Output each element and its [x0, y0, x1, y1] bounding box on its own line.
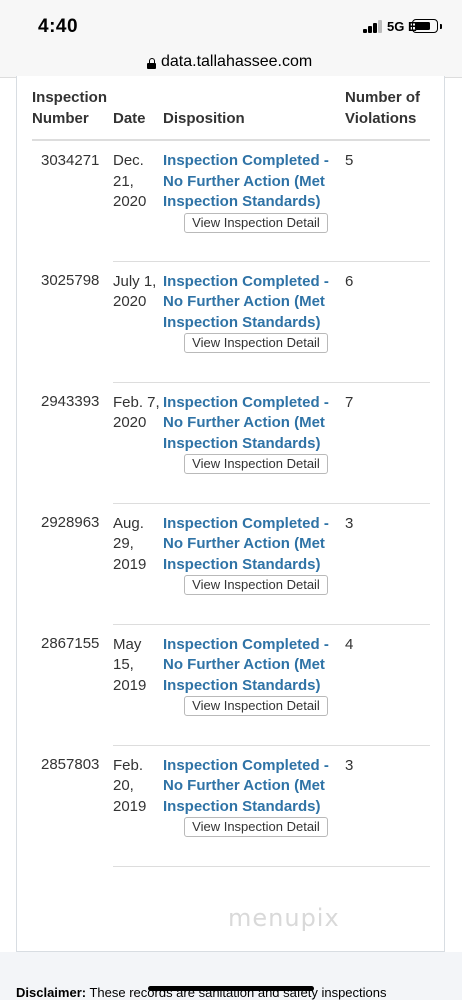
- view-inspection-detail-button[interactable]: View Inspection Detail: [184, 454, 328, 474]
- disposition-link[interactable]: Inspection Completed - No Further Action…: [163, 151, 345, 213]
- violation-count: 6: [345, 261, 430, 383]
- signal-icon: [363, 20, 383, 33]
- view-inspection-detail-button[interactable]: View Inspection Detail: [184, 575, 328, 595]
- table-row: 3025798 July 1, 2020 Inspection Completed …: [32, 261, 430, 383]
- inspection-number: 2943393: [41, 393, 100, 410]
- violation-count: 3: [345, 503, 430, 625]
- inspection-number: 2857803: [41, 756, 100, 773]
- disposition-link[interactable]: Inspection Completed - No Further Action…: [163, 272, 345, 334]
- table-row: 2943393 Feb. 7, 2020 Inspection Completed …: [32, 382, 430, 504]
- violation-count: 4: [345, 624, 430, 746]
- header-date: Date: [113, 78, 163, 141]
- view-inspection-detail-button[interactable]: View Inspection Detail: [184, 212, 328, 233]
- inspection-number: 3034271: [41, 152, 100, 169]
- view-inspection-detail-button[interactable]: View Inspection Detail: [184, 333, 328, 353]
- disposition-link[interactable]: Inspection Completed - No Further Action…: [163, 514, 345, 576]
- disclaimer-label: Disclaimer:: [16, 985, 87, 1000]
- inspection-date: Feb. 7, 2020: [113, 382, 163, 504]
- disposition-cell: Inspection Completed - No Further Action…: [163, 382, 345, 504]
- lock-icon: [147, 58, 156, 69]
- disposition-link[interactable]: Inspection Completed - No Further Action…: [163, 635, 345, 697]
- violation-count: 7: [345, 382, 430, 504]
- table-header-row: Inspection Number Date Disposition Numbe…: [32, 78, 430, 141]
- status-bar: 4:40 5G E: [0, 0, 462, 50]
- disposition-link[interactable]: Inspection Completed - No Further Action…: [163, 756, 345, 818]
- inspection-date: Dec. 21, 2020: [113, 140, 163, 262]
- address-bar[interactable]: data.tallahassee.com: [0, 50, 462, 78]
- disposition-cell: Inspection Completed - No Further Action…: [163, 503, 345, 625]
- table-row: 2867155 May 15, 2019 Inspection Completed …: [32, 624, 430, 746]
- inspection-table: Inspection Number Date Disposition Numbe…: [32, 78, 430, 867]
- header-inspection-number: Inspection Number: [32, 78, 113, 141]
- table-body: 3034271 Dec. 21, 2020 Inspection Completed…: [32, 140, 430, 867]
- home-indicator[interactable]: [148, 986, 314, 991]
- inspection-number: 2867155: [41, 635, 100, 652]
- inspection-date: July 1, 2020: [113, 261, 163, 383]
- view-inspection-detail-button[interactable]: View Inspection Detail: [184, 696, 328, 716]
- violation-count: 5: [345, 140, 430, 262]
- disposition-cell: Inspection Completed - No Further Action…: [163, 261, 345, 383]
- inspection-number: 2928963: [41, 514, 100, 531]
- violation-count: 3: [345, 745, 430, 867]
- status-time: 4:40: [38, 16, 79, 37]
- inspection-number: 3025798: [41, 272, 100, 289]
- view-inspection-detail-button[interactable]: View Inspection Detail: [184, 817, 328, 837]
- inspection-date: Aug. 29, 2019: [113, 503, 163, 625]
- disposition-cell: Inspection Completed - No Further Action…: [163, 624, 345, 746]
- table-row: 2857803 Feb. 20, 2019 Inspection Completed…: [32, 745, 430, 867]
- url-text[interactable]: data.tallahassee.com: [161, 53, 312, 71]
- header-violations: Number of Violations: [345, 78, 430, 141]
- watermark: menupix: [228, 904, 340, 932]
- battery-icon: [412, 19, 442, 33]
- header-disposition: Disposition: [163, 78, 345, 141]
- table-row: 2928963 Aug. 29, 2019 Inspection Completed…: [32, 503, 430, 625]
- inspection-date: Feb. 20, 2019: [113, 745, 163, 867]
- disposition-cell: Inspection Completed - No Further Action…: [163, 140, 345, 262]
- table-row: 3034271 Dec. 21, 2020 Inspection Completed…: [32, 140, 430, 262]
- disposition-link[interactable]: Inspection Completed - No Further Action…: [163, 393, 345, 455]
- inspection-date: May 15, 2019: [113, 624, 163, 746]
- disposition-cell: Inspection Completed - No Further Action…: [163, 745, 345, 867]
